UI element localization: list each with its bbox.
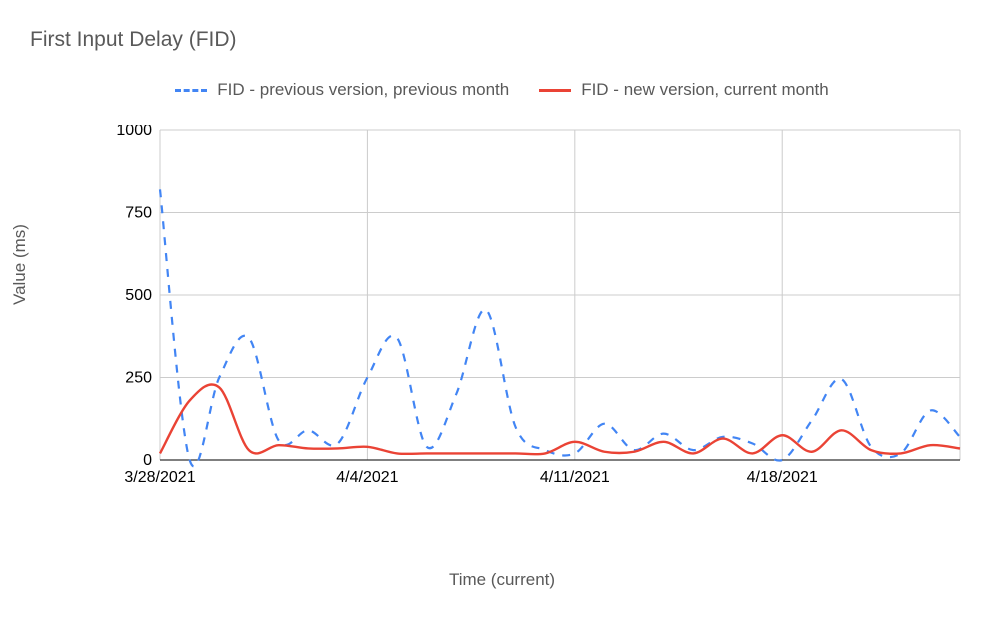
y-axis-label: Value (ms) [10, 224, 30, 305]
svg-text:4/18/2021: 4/18/2021 [747, 469, 818, 486]
svg-text:1000: 1000 [116, 125, 152, 139]
series-new-line [160, 384, 960, 454]
svg-text:0: 0 [143, 452, 152, 469]
svg-text:3/28/2021: 3/28/2021 [124, 469, 195, 486]
chart-title: First Input Delay (FID) [30, 28, 237, 52]
legend-label: FID - previous version, previous month [217, 80, 509, 100]
svg-text:250: 250 [125, 370, 152, 387]
x-axis-label: Time (current) [0, 570, 1004, 590]
legend-item-previous: FID - previous version, previous month [175, 80, 509, 100]
svg-text:4/11/2021: 4/11/2021 [540, 469, 610, 486]
line-swatch-icon [175, 89, 207, 92]
line-swatch-icon [539, 89, 571, 92]
chart-plot-area: 0 250 500 750 1000 3/28/2021 4/4/2021 4/11/2021… [115, 125, 965, 495]
svg-text:500: 500 [125, 287, 152, 304]
legend-item-new: FID - new version, current month [539, 80, 829, 100]
legend-label: FID - new version, current month [581, 80, 829, 100]
svg-text:4/4/2021: 4/4/2021 [336, 469, 398, 486]
legend: FID - previous version, previous month F… [0, 80, 1004, 100]
svg-text:750: 750 [125, 205, 152, 222]
series-previous-line [160, 189, 960, 466]
